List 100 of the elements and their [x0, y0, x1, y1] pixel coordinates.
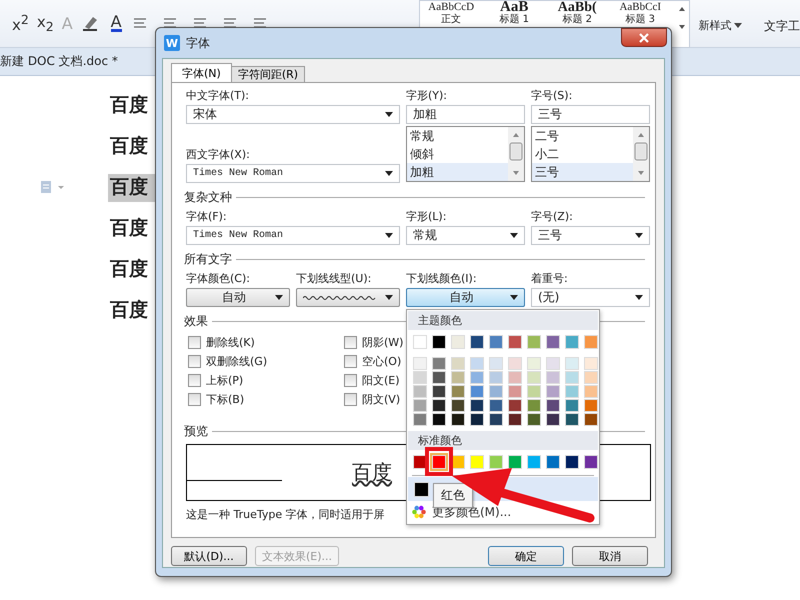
underline-style-dropdown[interactable]: [296, 288, 400, 307]
color-swatch[interactable]: [470, 413, 484, 426]
color-swatch[interactable]: [508, 413, 522, 426]
font-color-button[interactable]: A: [110, 14, 122, 32]
color-swatch[interactable]: [565, 371, 579, 384]
color-swatch[interactable]: [565, 385, 579, 398]
color-swatch[interactable]: [508, 385, 522, 398]
color-swatch[interactable]: [565, 357, 579, 370]
complex-size-select[interactable]: 三号: [531, 226, 650, 245]
color-swatch[interactable]: [413, 357, 427, 370]
tab[interactable]: 字体(N): [171, 63, 232, 82]
color-swatch[interactable]: [546, 455, 560, 469]
color-swatch[interactable]: [432, 357, 446, 370]
new-style-button[interactable]: 新样式: [698, 18, 758, 33]
color-swatch[interactable]: [508, 357, 522, 370]
color-swatch[interactable]: [451, 371, 465, 384]
color-swatch[interactable]: [546, 371, 560, 384]
list-option[interactable]: 二号: [532, 127, 633, 145]
checkbox[interactable]: [344, 336, 357, 349]
list-option[interactable]: 小二: [532, 145, 633, 163]
color-swatch[interactable]: [413, 413, 427, 426]
color-swatch[interactable]: [413, 385, 427, 398]
color-swatch[interactable]: [470, 371, 484, 384]
list-option[interactable]: 加粗: [407, 163, 508, 181]
color-swatch[interactable]: [451, 335, 465, 349]
color-swatch[interactable]: [432, 399, 446, 412]
scrollbar-icon[interactable]: [508, 127, 524, 181]
color-swatch[interactable]: [584, 335, 598, 349]
color-swatch[interactable]: [413, 399, 427, 412]
color-swatch[interactable]: [584, 357, 598, 370]
color-swatch[interactable]: [489, 385, 503, 398]
input-field[interactable]: 加粗: [406, 105, 525, 124]
color-swatch[interactable]: [489, 455, 503, 469]
checkbox[interactable]: [188, 393, 201, 406]
tab[interactable]: 字符间距(R): [230, 66, 306, 82]
checkbox[interactable]: [188, 336, 201, 349]
complex-font-select[interactable]: Times New Roman: [186, 226, 400, 245]
western-font-select[interactable]: Times New Roman: [186, 164, 400, 183]
color-swatch[interactable]: [565, 413, 579, 426]
color-swatch[interactable]: [546, 385, 560, 398]
color-swatch[interactable]: [565, 455, 579, 469]
color-swatch[interactable]: [470, 357, 484, 370]
document-icon[interactable]: [40, 180, 66, 194]
color-swatch[interactable]: [451, 399, 465, 412]
underline-color-dropdown[interactable]: 自动: [406, 288, 525, 307]
color-swatch[interactable]: [508, 335, 522, 349]
chinese-font-select[interactable]: 宋体: [186, 105, 400, 124]
document-tab[interactable]: 新建 DOC 文档.doc *: [0, 53, 118, 70]
color-swatch[interactable]: [584, 413, 598, 426]
emphasis-select[interactable]: (无): [531, 288, 650, 307]
checkbox[interactable]: [188, 374, 201, 387]
color-swatch[interactable]: [489, 335, 503, 349]
color-swatch[interactable]: [546, 357, 560, 370]
color-swatch[interactable]: [527, 413, 541, 426]
color-swatch[interactable]: [432, 371, 446, 384]
checkbox[interactable]: [188, 355, 201, 368]
close-button[interactable]: [621, 28, 667, 47]
color-swatch[interactable]: [432, 335, 446, 349]
color-swatch[interactable]: [451, 357, 465, 370]
font-color-dropdown[interactable]: 自动: [186, 288, 290, 307]
list-option[interactable]: 倾斜: [407, 145, 508, 163]
color-swatch[interactable]: [470, 455, 484, 469]
dialog-button[interactable]: 默认(D)...: [171, 546, 247, 566]
color-swatch[interactable]: [527, 385, 541, 398]
color-swatch[interactable]: [527, 335, 541, 349]
color-swatch[interactable]: [527, 371, 541, 384]
color-swatch[interactable]: [508, 455, 522, 469]
color-swatch[interactable]: [413, 335, 427, 349]
color-swatch[interactable]: [489, 357, 503, 370]
superscript-button[interactable]: x$^{2}$: [12, 12, 29, 34]
color-swatch[interactable]: [508, 399, 522, 412]
dialog-button[interactable]: 取消: [572, 546, 648, 566]
color-swatch[interactable]: [432, 455, 446, 469]
checkbox[interactable]: [344, 374, 357, 387]
color-swatch[interactable]: [546, 335, 560, 349]
checkbox[interactable]: [344, 355, 357, 368]
color-swatch[interactable]: [432, 385, 446, 398]
color-swatch[interactable]: [489, 371, 503, 384]
color-swatch[interactable]: [489, 413, 503, 426]
color-swatch[interactable]: [432, 413, 446, 426]
list-option[interactable]: 常规: [407, 127, 508, 145]
color-swatch[interactable]: [413, 371, 427, 384]
color-swatch[interactable]: [489, 399, 503, 412]
text-tools-tab[interactable]: 文字工: [764, 18, 800, 35]
color-swatch[interactable]: [584, 455, 598, 469]
color-swatch[interactable]: [565, 399, 579, 412]
color-swatch[interactable]: [527, 357, 541, 370]
scrollbar-icon[interactable]: [633, 127, 649, 181]
color-swatch[interactable]: [565, 335, 579, 349]
color-swatch[interactable]: [508, 371, 522, 384]
color-swatch[interactable]: [470, 335, 484, 349]
complex-style-select[interactable]: 常规: [406, 226, 525, 245]
checkbox[interactable]: [344, 393, 357, 406]
color-swatch[interactable]: [470, 385, 484, 398]
dialog-button[interactable]: 确定: [488, 546, 564, 566]
color-swatch[interactable]: [451, 385, 465, 398]
color-swatch[interactable]: [584, 399, 598, 412]
color-swatch[interactable]: [584, 385, 598, 398]
recent-color-swatch[interactable]: [414, 482, 429, 496]
list-option[interactable]: 三号: [532, 163, 633, 181]
